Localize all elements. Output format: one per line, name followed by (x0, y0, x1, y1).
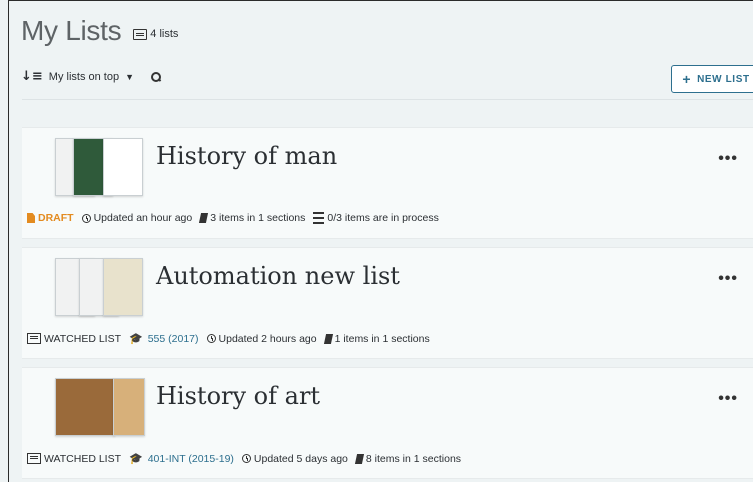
my-lists-panel: My Lists 4 lists ↓≡ My lists on top ▼ + … (8, 0, 753, 482)
sort-icon[interactable]: ↓≡ (21, 69, 43, 84)
new-list-label: NEW LIST (697, 73, 750, 85)
list-icon (133, 28, 148, 40)
list-thumbnails (55, 258, 143, 318)
clock-icon (81, 213, 91, 223)
new-list-button[interactable]: + NEW LIST (671, 65, 753, 93)
more-icon[interactable]: ••• (718, 150, 738, 168)
updated-time: Updated 2 hours ago (206, 333, 317, 345)
course-link[interactable]: 🎓 401-INT (2015-19) (129, 452, 234, 465)
list-meta: DRAFT Updated an hour ago 3 items in 1 s… (27, 212, 447, 224)
status-badge: WATCHED LIST (27, 333, 121, 345)
list-count: 4 lists (133, 28, 178, 40)
clock-icon (241, 454, 251, 463)
items-count: 8 items in 1 sections (354, 453, 461, 465)
list-icon (313, 212, 325, 224)
list-meta: WATCHED LIST 🎓 401-INT (2015-19) Updated … (27, 452, 469, 465)
more-icon[interactable]: ••• (718, 270, 738, 288)
updated-time: Updated an hour ago (81, 212, 192, 224)
graduation-cap-icon: 🎓 (129, 452, 143, 465)
list-meta: WATCHED LIST 🎓 555 (2017) Updated 2 hours… (27, 332, 438, 345)
list-count-label: 4 lists (150, 28, 179, 40)
toolbar: ↓≡ My lists on top ▼ (21, 69, 753, 84)
status-badge: WATCHED LIST (27, 453, 121, 465)
list-card[interactable]: Automation new list ••• WATCHED LIST 🎓 55… (22, 247, 753, 359)
list-title[interactable]: Automation new list (156, 262, 400, 290)
more-icon[interactable]: ••• (718, 390, 738, 408)
graduation-cap-icon: 🎓 (129, 332, 143, 345)
plus-icon: + (682, 71, 692, 87)
sort-dropdown[interactable]: My lists on top (49, 71, 119, 83)
process-status: 0/3 items are in process (313, 212, 439, 224)
list-icon (27, 453, 41, 464)
course-link[interactable]: 🎓 555 (2017) (129, 332, 199, 345)
items-count: 1 items in 1 sections (323, 333, 430, 345)
thumbnail (103, 138, 143, 196)
list-card[interactable]: History of art ••• WATCHED LIST 🎓 401-INT… (22, 367, 753, 479)
list-title[interactable]: History of art (156, 382, 320, 410)
page-header: My Lists 4 lists (21, 15, 178, 47)
status-badge: DRAFT (27, 212, 74, 224)
search-icon[interactable] (150, 71, 162, 83)
list-thumbnails (55, 138, 143, 198)
draft-icon (27, 213, 35, 223)
list-card[interactable]: History of man ••• DRAFT Updated an hour… (22, 127, 753, 239)
thumbnail (113, 378, 145, 436)
caret-down-icon[interactable]: ▼ (125, 72, 134, 82)
list-thumbnails (55, 378, 145, 438)
book-icon (323, 333, 333, 344)
thumbnail (55, 378, 115, 436)
items-count: 3 items in 1 sections (199, 212, 305, 224)
list-title[interactable]: History of man (156, 142, 337, 170)
clock-icon (206, 334, 216, 343)
book-icon (199, 213, 209, 223)
book-icon (354, 453, 364, 464)
thumbnail (103, 258, 143, 316)
page-title: My Lists (21, 15, 122, 46)
list-icon (27, 333, 41, 344)
updated-time: Updated 5 days ago (241, 453, 348, 465)
divider (22, 99, 753, 100)
